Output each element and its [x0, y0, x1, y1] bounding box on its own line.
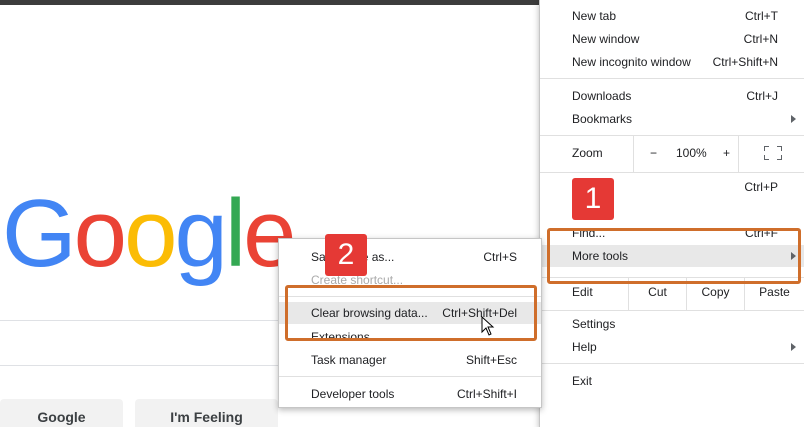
- step-badge-2: 2: [325, 234, 367, 276]
- menu-item-label: New tab: [572, 9, 617, 23]
- menu-separator: [540, 363, 804, 364]
- zoom-value: 100%: [676, 146, 707, 160]
- submenu-arrow-icon: [791, 115, 796, 123]
- menu-separator: [540, 78, 804, 79]
- menu-item-bookmarks[interactable]: Bookmarks: [540, 108, 804, 130]
- menu-item-exit[interactable]: Exit: [540, 370, 804, 392]
- menu-separator: [540, 172, 804, 173]
- mouse-pointer-icon: [481, 316, 495, 336]
- logo-letter-o2: o: [124, 180, 177, 287]
- menu-item-shortcut: Ctrl+J: [746, 89, 778, 103]
- menu-item-downloads[interactable]: Downloads Ctrl+J: [540, 85, 804, 107]
- menu-item-label: Task manager: [311, 353, 387, 367]
- menu-separator: [279, 376, 541, 377]
- menu-item-label: Bookmarks: [572, 112, 633, 126]
- logo-letter-g2: g: [174, 180, 227, 287]
- zoom-in-button[interactable]: +: [723, 146, 730, 160]
- menu-item-shortcut: Ctrl+P: [744, 180, 778, 194]
- logo-letter-o1: o: [73, 180, 127, 287]
- zoom-control: − 100% +: [633, 135, 739, 172]
- menu-item-settings[interactable]: Settings: [540, 313, 804, 335]
- menu-item-label: New window: [572, 32, 640, 46]
- menu-item-new-tab[interactable]: New tab Ctrl+T: [540, 5, 804, 27]
- zoom-out-button[interactable]: −: [650, 146, 657, 160]
- menu-item-shortcut: Shift+Esc: [465, 353, 517, 367]
- submenu-item-save-page[interactable]: Save page as... Ctrl+S: [279, 246, 541, 268]
- menu-separator: [540, 310, 804, 311]
- search-input[interactable]: [0, 320, 290, 366]
- menu-zoom-row: Zoom − 100% +: [540, 135, 804, 172]
- feeling-lucky-button[interactable]: I'm Feeling Lucky: [135, 399, 278, 427]
- edit-label: Edit: [572, 285, 593, 299]
- menu-item-shortcut: Ctrl+T: [745, 9, 778, 23]
- menu-item-shortcut: Ctrl+Shift+N: [712, 55, 778, 69]
- logo-letter-l: l: [224, 180, 246, 287]
- menu-item-label: Exit: [572, 374, 593, 388]
- menu-item-new-incognito-window[interactable]: New incognito window Ctrl+Shift+N: [540, 51, 804, 73]
- menu-item-label: Downloads: [572, 89, 632, 103]
- google-search-button[interactable]: Google Search: [0, 399, 123, 427]
- menu-item-shortcut: Ctrl+Shift+I: [456, 387, 517, 401]
- menu-item-shortcut: Ctrl+S: [483, 250, 517, 264]
- submenu-item-task-manager[interactable]: Task manager Shift+Esc: [279, 349, 541, 371]
- annotation-outline-clear-browsing-data: [285, 285, 537, 341]
- logo-letter-g: G: [2, 180, 77, 287]
- menu-item-label: Settings: [572, 317, 616, 331]
- fullscreen-icon[interactable]: [764, 146, 782, 160]
- menu-item-new-window[interactable]: New window Ctrl+N: [540, 28, 804, 50]
- step-badge-1: 1: [572, 178, 614, 220]
- menu-item-label: Help: [572, 340, 597, 354]
- zoom-label: Zoom: [572, 146, 603, 160]
- menu-item-label: Developer tools: [311, 387, 395, 401]
- menu-item-label: New incognito window: [572, 55, 691, 69]
- submenu-item-developer-tools[interactable]: Developer tools Ctrl+Shift+I: [279, 383, 541, 405]
- menu-item-help[interactable]: Help: [540, 336, 804, 358]
- annotation-outline-more-tools: [547, 228, 801, 284]
- menu-item-shortcut: Ctrl+N: [743, 32, 778, 46]
- submenu-arrow-icon: [791, 343, 796, 351]
- google-logo: Google: [2, 180, 297, 287]
